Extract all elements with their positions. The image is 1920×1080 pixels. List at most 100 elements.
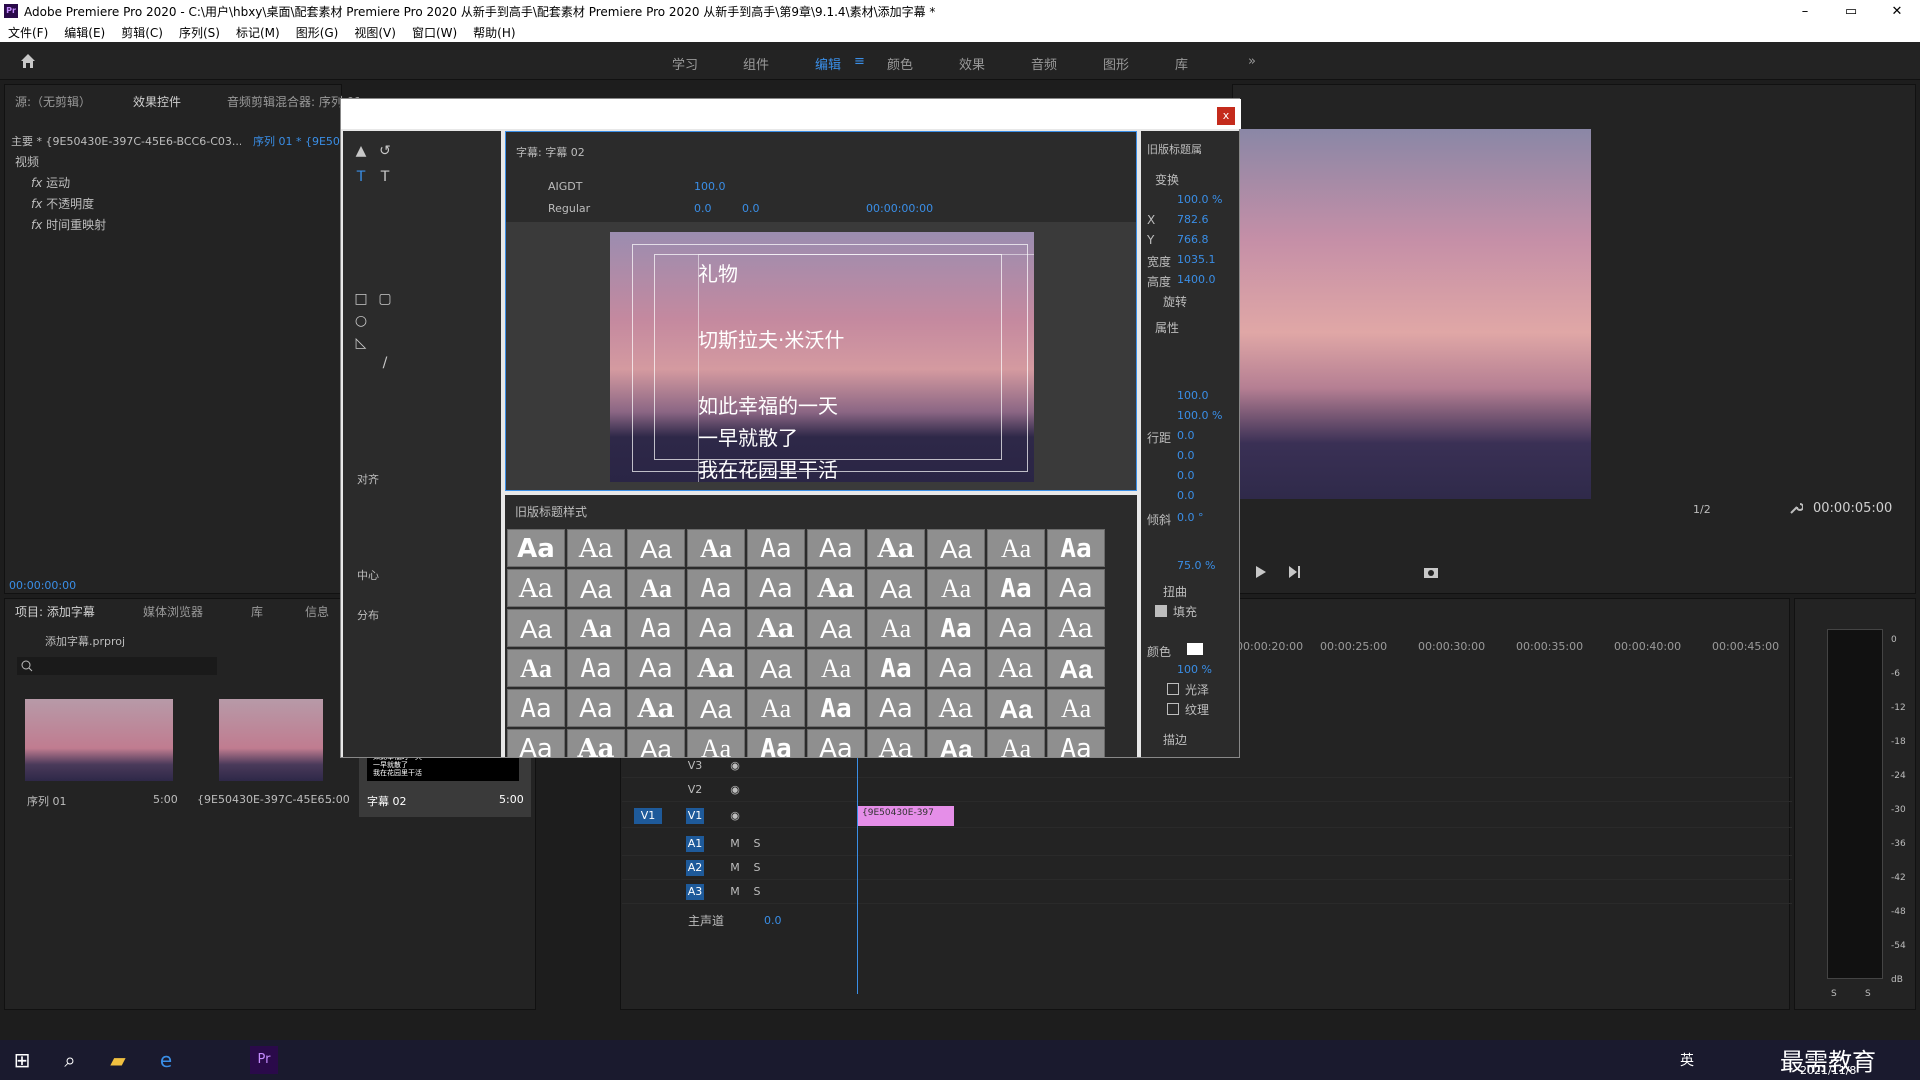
eye-icon[interactable]: ◉ (726, 758, 744, 774)
track-name[interactable]: A1 (686, 836, 704, 852)
minimize-button[interactable]: – (1782, 4, 1828, 19)
workspace-audio[interactable]: 音频 (1031, 54, 1057, 73)
menu-help[interactable]: 帮助(H) (465, 24, 523, 41)
font-size-value[interactable]: 100.0 (694, 180, 726, 193)
title-canvas[interactable]: 礼物 切斯拉夫·米沃什 如此幸福的一天 一早就散了 我在花园里干活 (610, 232, 1034, 482)
style-swatch[interactable]: Aa (987, 649, 1045, 687)
style-swatch[interactable]: Aa (1047, 529, 1105, 567)
solo-button[interactable]: S (748, 884, 766, 900)
style-swatch[interactable]: Aa (687, 649, 745, 687)
menu-edit[interactable]: 编辑(E) (56, 24, 113, 41)
poem-author[interactable]: 切斯拉夫·米沃什 (698, 324, 844, 353)
style-swatch[interactable]: Aa (987, 569, 1045, 607)
vertical-type-tool-icon[interactable]: T (377, 169, 393, 185)
solo-button[interactable]: S (748, 836, 766, 852)
workspace-menu-icon[interactable]: ≡ (854, 54, 865, 69)
solo-button[interactable]: S (748, 860, 766, 876)
style-swatch[interactable]: Aa (567, 729, 625, 757)
effect-motion[interactable]: fx 运动 (31, 174, 70, 191)
x-value[interactable]: 782.6 (1177, 213, 1209, 226)
rotation-label[interactable]: 旋转 (1163, 293, 1187, 310)
style-swatch[interactable]: Aa (507, 689, 565, 727)
style-swatch[interactable]: Aa (1047, 729, 1105, 757)
style-swatch[interactable]: Aa (687, 529, 745, 567)
search-icon[interactable]: ⌕ (56, 1046, 84, 1074)
tab-project[interactable]: 项目: 添加字幕 (15, 603, 95, 620)
eye-icon[interactable]: ◉ (726, 782, 744, 798)
track-name[interactable]: A3 (686, 884, 704, 900)
tilt-value[interactable]: 0.0 ° (1177, 511, 1204, 524)
style-swatch[interactable]: Aa (867, 609, 925, 647)
workspace-assembly[interactable]: 组件 (743, 54, 769, 73)
folder-icon[interactable]: ▰ (104, 1046, 132, 1074)
texture-checkbox[interactable] (1167, 703, 1179, 715)
poem-line[interactable]: 一早就散了 (698, 422, 798, 451)
menu-view[interactable]: 视图(V) (346, 24, 404, 41)
width-value[interactable]: 1035.1 (1177, 253, 1216, 266)
rectangle-tool-icon[interactable]: □ (353, 291, 369, 307)
height-value[interactable]: 1400.0 (1177, 273, 1216, 286)
style-swatch[interactable]: Aa (747, 529, 805, 567)
style-swatch[interactable]: Aa (1047, 649, 1105, 687)
style-swatch[interactable]: Aa (807, 569, 865, 607)
style-swatch[interactable]: Aa (567, 649, 625, 687)
font-select[interactable]: AIGDT (548, 180, 582, 193)
premiere-icon[interactable]: Pr (250, 1046, 278, 1074)
mute-button[interactable]: M (726, 884, 744, 900)
tab-source[interactable]: 源:（无剪辑） (15, 93, 91, 110)
style-swatch[interactable]: Aa (867, 569, 925, 607)
style-swatch[interactable]: Aa (507, 729, 565, 757)
style-swatch[interactable]: Aa (567, 569, 625, 607)
camera-icon[interactable] (1423, 565, 1439, 579)
program-timecode[interactable]: 00:00:05:00 (1813, 501, 1892, 516)
style-swatch[interactable]: Aa (867, 649, 925, 687)
wedge-tool-icon[interactable]: ◺ (353, 335, 369, 351)
poem-title[interactable]: 礼物 (698, 258, 738, 287)
eye-icon[interactable]: ◉ (726, 808, 744, 824)
kerning-value[interactable]: 0.0 (694, 202, 712, 215)
style-swatch[interactable]: Aa (747, 649, 805, 687)
menu-clip[interactable]: 剪辑(C) (113, 24, 171, 41)
menu-markers[interactable]: 标记(M) (228, 24, 288, 41)
workspace-graphics[interactable]: 图形 (1103, 54, 1129, 73)
style-swatch[interactable]: Aa (867, 529, 925, 567)
distort-label[interactable]: 扭曲 (1163, 583, 1187, 600)
track-name[interactable]: A2 (686, 860, 704, 876)
style-swatch[interactable]: Aa (1047, 609, 1105, 647)
step-forward-icon[interactable] (1287, 565, 1301, 579)
timeline-clip[interactable]: {9E50430E-397 (858, 806, 954, 826)
meter-solo[interactable]: S (1831, 989, 1837, 999)
play-icon[interactable] (1253, 565, 1267, 579)
leading-value[interactable]: 0.0 (742, 202, 760, 215)
workspace-more-button[interactable]: » (1248, 54, 1256, 69)
workspace-learn[interactable]: 学习 (672, 54, 698, 73)
master-track-value[interactable]: 0.0 (764, 914, 782, 927)
track-name[interactable]: V3 (686, 758, 704, 774)
fill-checkbox[interactable] (1155, 605, 1167, 617)
edge-icon[interactable]: e (152, 1046, 180, 1074)
style-swatch[interactable]: Aa (807, 649, 865, 687)
style-swatch[interactable]: Aa (687, 609, 745, 647)
style-swatch[interactable]: Aa (507, 649, 565, 687)
style-swatch[interactable]: Aa (687, 569, 745, 607)
percent-value[interactable]: 75.0 % (1177, 559, 1215, 572)
tab-effect-controls[interactable]: 效果控件 (133, 93, 181, 110)
project-search-input[interactable] (17, 657, 217, 675)
poem-line[interactable]: 我在花园里干活 (698, 454, 838, 482)
rotation-tool-icon[interactable]: ↺ (377, 143, 393, 159)
tab-libraries[interactable]: 库 (251, 603, 263, 620)
dialog-close-button[interactable]: x (1217, 107, 1235, 125)
thumbnail-clip[interactable] (219, 699, 323, 781)
style-swatch[interactable]: Aa (567, 529, 625, 567)
sequence-clip-link[interactable]: 序列 01 * {9E504 (253, 133, 347, 149)
style-swatch[interactable]: Aa (927, 529, 985, 567)
workspace-color[interactable]: 颜色 (887, 54, 913, 73)
style-swatch[interactable]: Aa (927, 609, 985, 647)
extra-value[interactable]: 0.0 (1177, 489, 1195, 502)
close-button[interactable]: ✕ (1874, 4, 1920, 19)
attributes-label[interactable]: 属性 (1155, 319, 1179, 336)
title-tab[interactable]: 字幕: 字幕 02 (516, 144, 585, 160)
effect-opacity[interactable]: fx 不透明度 (31, 195, 94, 212)
source-patch-v1[interactable]: V1 (634, 808, 662, 824)
style-swatch[interactable]: Aa (927, 649, 985, 687)
